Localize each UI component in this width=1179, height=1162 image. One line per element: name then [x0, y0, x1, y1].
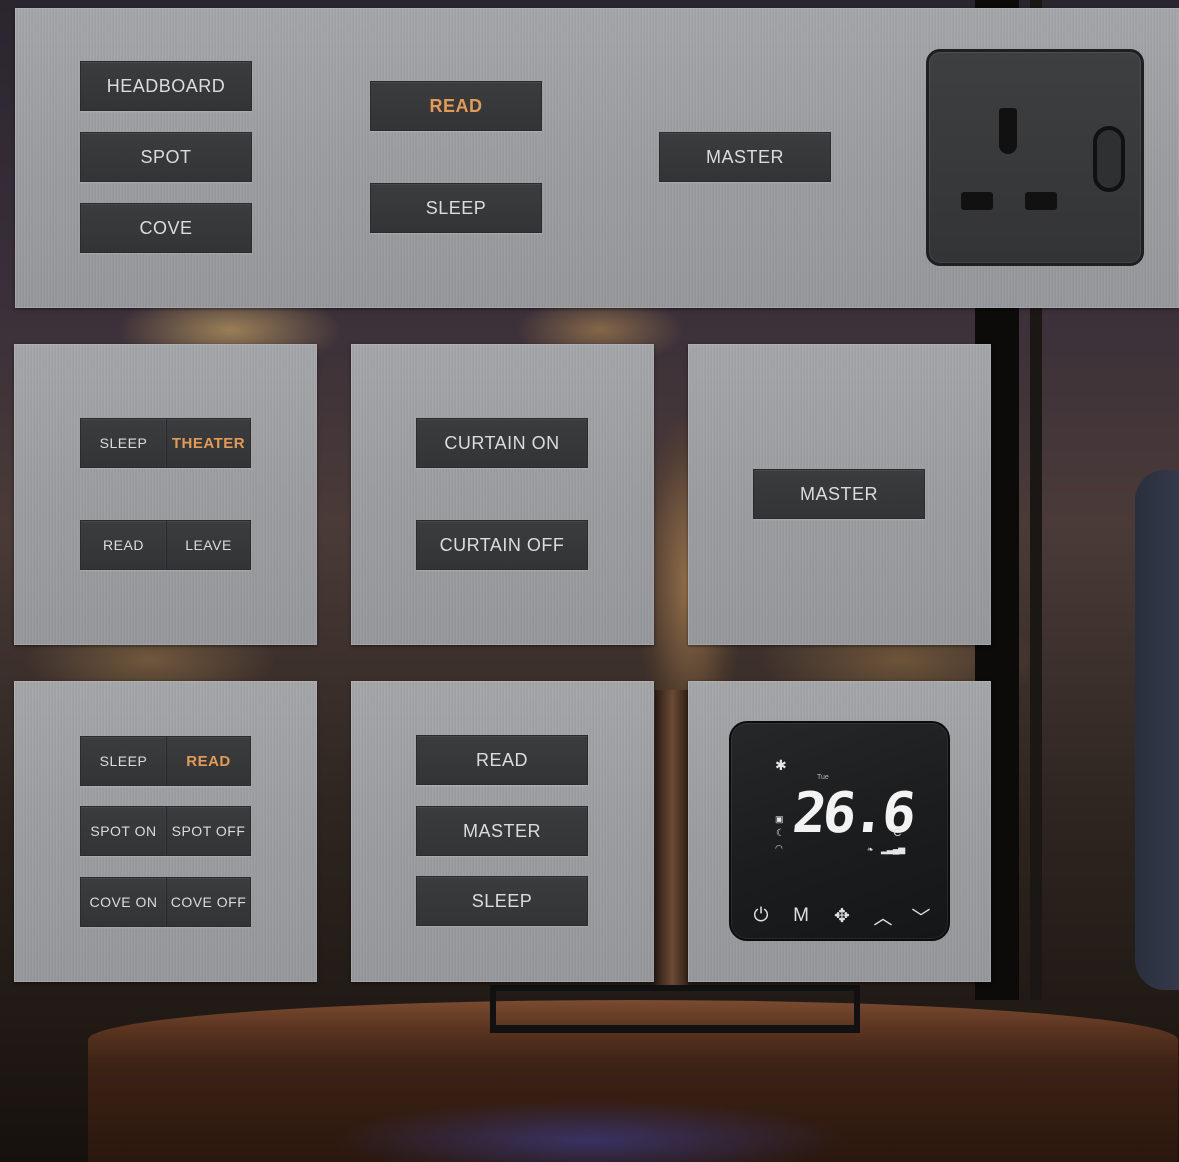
curtain-off-label: CURTAIN OFF — [439, 534, 565, 555]
wifi-icon: ◠ — [775, 843, 783, 853]
theater-scene-label: THEATER — [171, 434, 246, 452]
sleep-button-label: SLEEP — [425, 197, 487, 218]
curtain-off-button[interactable]: CURTAIN OFF — [416, 520, 588, 570]
cove-off-button[interactable]: COVE OFF — [166, 877, 251, 927]
socket-pin-left — [961, 192, 993, 210]
cove-off-label: COVE OFF — [170, 894, 247, 910]
master-mode-button[interactable]: MASTER — [416, 806, 588, 856]
read-mode-button[interactable]: READ — [416, 735, 588, 785]
thermostat-day: Tue — [817, 774, 829, 781]
snowflake-icon: ✱ — [775, 757, 787, 773]
temperature-unit: °C — [889, 827, 902, 839]
curtain-panel — [351, 344, 654, 645]
thermostat-display: ✱ Tue ▣ ☾ ◠ 26.6 °C ❧ ▂▃▄▅ ⏻ M ✥ ︿ ﹀ — [729, 721, 950, 941]
sleep-mode-label: SLEEP — [471, 890, 533, 911]
curtain-on-label: CURTAIN ON — [444, 432, 560, 453]
master-button[interactable]: MASTER — [659, 132, 831, 182]
spot-on-label: SPOT ON — [90, 823, 157, 839]
sofa — [1135, 470, 1179, 990]
spot-button-label: SPOT — [140, 146, 192, 167]
metal-tray — [490, 985, 860, 1033]
moon-icon: ☾ — [776, 828, 785, 839]
spot-off-button[interactable]: SPOT OFF — [166, 806, 251, 856]
vase — [655, 690, 690, 990]
cove-button-label: COVE — [139, 217, 193, 238]
read-button-label: READ — [429, 95, 483, 116]
spot-off-label: SPOT OFF — [171, 823, 246, 839]
chevron-up-icon[interactable]: ︿ — [868, 903, 898, 929]
master-mode-label: MASTER — [462, 820, 541, 841]
sleep-label-b: SLEEP — [99, 753, 148, 769]
theater-scene-button[interactable]: THEATER — [166, 418, 251, 468]
power-icon[interactable]: ⏻ — [746, 903, 776, 929]
master-single-label: MASTER — [799, 483, 878, 504]
cove-button[interactable]: COVE — [80, 203, 252, 253]
cove-on-button[interactable]: COVE ON — [80, 877, 166, 927]
fan-icon[interactable]: ✥ — [827, 903, 857, 929]
sleep-button-b[interactable]: SLEEP — [80, 736, 166, 786]
scene-panel-a — [14, 344, 317, 645]
sleep-scene-button[interactable]: SLEEP — [80, 418, 166, 468]
read-scene-button[interactable]: READ — [80, 520, 166, 570]
socket-pin-earth — [999, 108, 1017, 154]
master-single-button[interactable]: MASTER — [753, 469, 925, 519]
read-mode-label: READ — [475, 749, 528, 770]
headboard-button[interactable]: HEADBOARD — [80, 61, 252, 111]
leave-scene-label: LEAVE — [185, 537, 232, 553]
spot-button[interactable]: SPOT — [80, 132, 252, 182]
read-button-b[interactable]: READ — [166, 736, 251, 786]
spot-on-button[interactable]: SPOT ON — [80, 806, 166, 856]
sleep-scene-label: SLEEP — [99, 435, 148, 451]
chevron-down-icon[interactable]: ﹀ — [906, 903, 936, 929]
read-scene-label: READ — [103, 537, 144, 553]
timer-icon: ▣ — [775, 814, 784, 824]
read-button[interactable]: READ — [370, 81, 542, 131]
mode-button[interactable]: M — [786, 903, 816, 929]
leave-scene-button[interactable]: LEAVE — [166, 520, 251, 570]
fan-speed-bars-icon: ▂▃▄▅ — [881, 844, 905, 854]
headboard-button-label: HEADBOARD — [106, 75, 226, 96]
master-button-label: MASTER — [705, 146, 784, 167]
floor-glow — [330, 1100, 850, 1162]
universal-power-socket — [926, 49, 1144, 266]
curtain-on-button[interactable]: CURTAIN ON — [416, 418, 588, 468]
sleep-button[interactable]: SLEEP — [370, 183, 542, 233]
socket-pin-right — [1025, 192, 1057, 210]
sleep-mode-button[interactable]: SLEEP — [416, 876, 588, 926]
read-label-b: READ — [186, 752, 231, 770]
cove-on-label: COVE ON — [89, 894, 158, 910]
leaf-icon: ❧ — [867, 845, 874, 854]
socket-rocker-switch[interactable] — [1093, 126, 1125, 192]
